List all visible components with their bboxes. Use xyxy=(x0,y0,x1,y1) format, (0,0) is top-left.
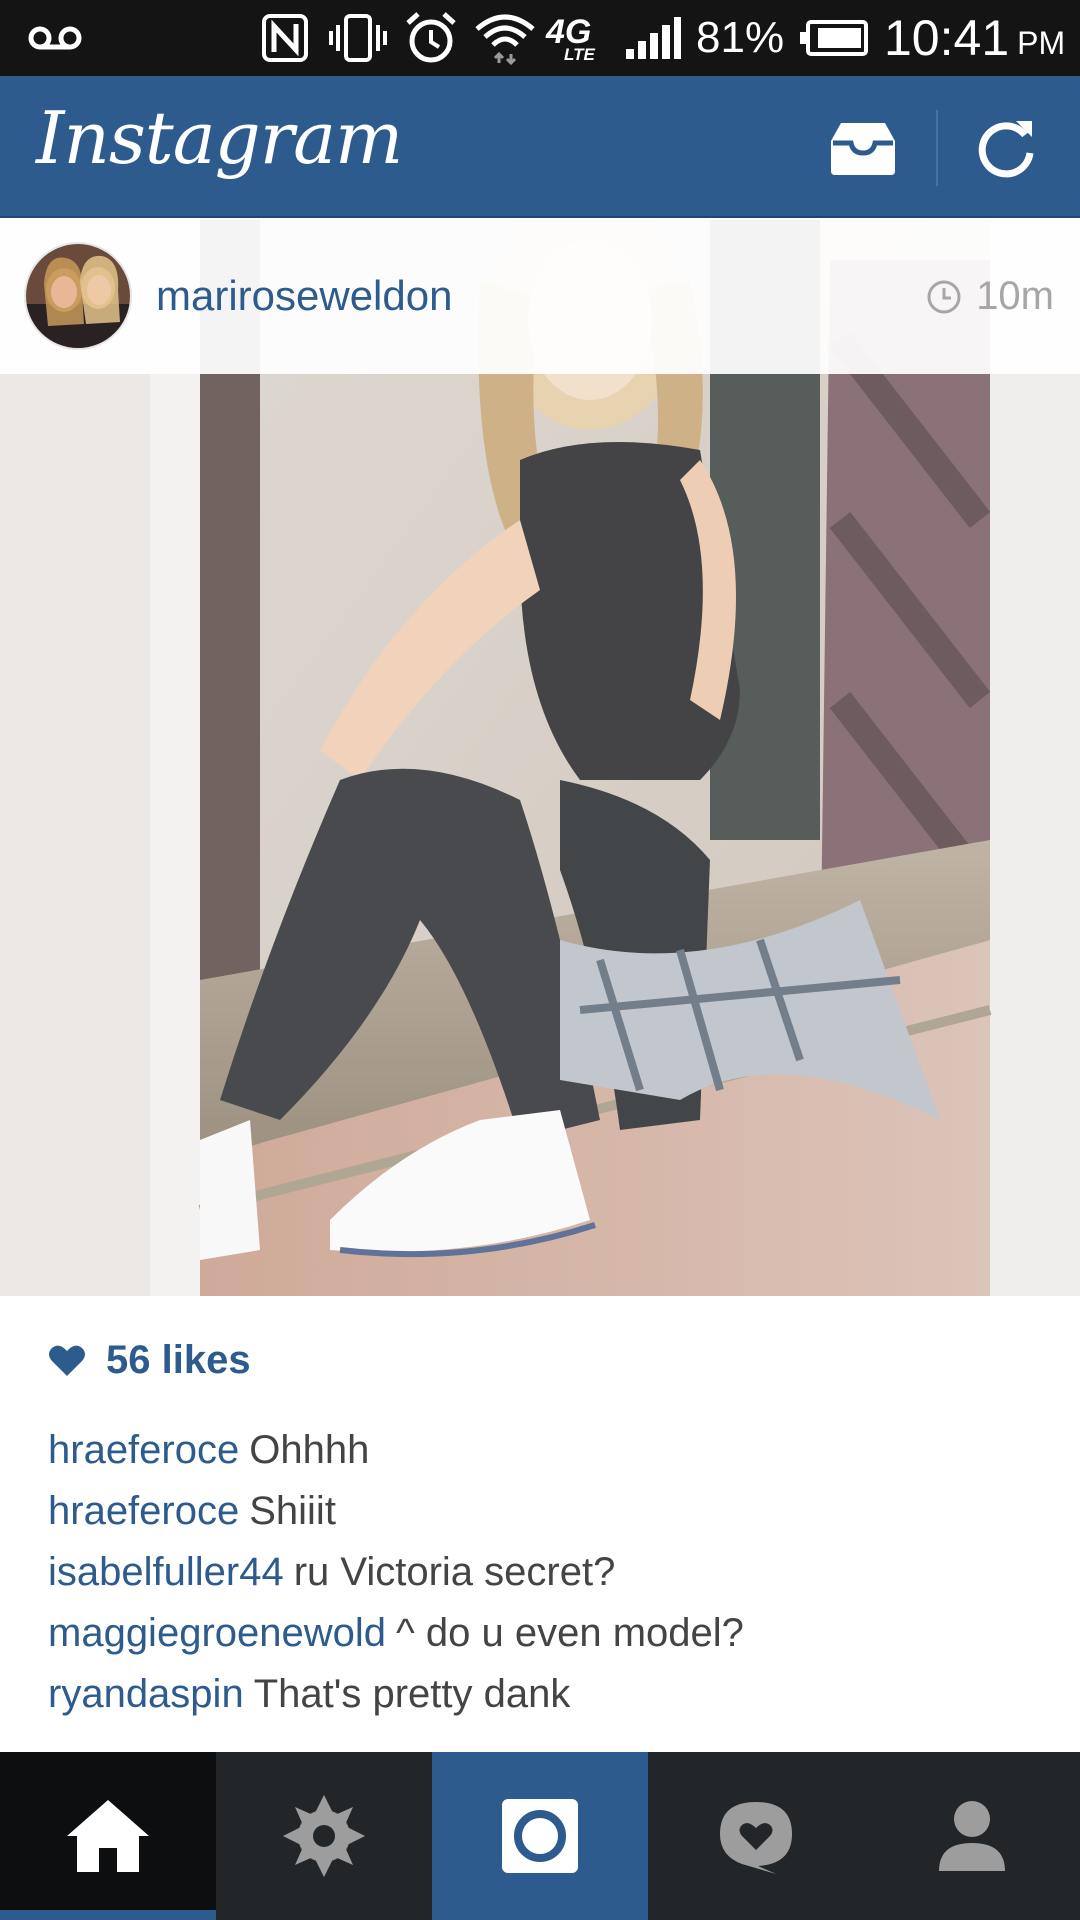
avatar[interactable] xyxy=(24,242,132,350)
vibrate-icon xyxy=(328,0,388,76)
nfc-icon xyxy=(262,0,308,76)
nav-explore-tab[interactable] xyxy=(216,1752,432,1920)
post-time-text: 10m xyxy=(976,274,1054,318)
active-tab-indicator xyxy=(0,1910,216,1920)
inbox-button[interactable] xyxy=(820,110,906,186)
post-header: mariroseweldon 10m xyxy=(0,220,1080,374)
clock-time: 10:41 PM xyxy=(884,10,1066,66)
home-icon xyxy=(67,1800,149,1872)
app-header: Instagram xyxy=(0,76,1080,218)
likes-text: 56 likes xyxy=(106,1338,251,1382)
comment-item: isabelfuller44 ru Victoria secret? xyxy=(48,1542,1048,1603)
comment-text: ru Victoria secret? xyxy=(293,1550,616,1594)
status-bar: 4G LTE 81% 10:41 PM xyxy=(0,0,1080,76)
refresh-button[interactable] xyxy=(970,110,1046,186)
bottom-navigation xyxy=(0,1752,1080,1920)
post-photo[interactable] xyxy=(0,220,1080,1296)
nav-camera-tab[interactable] xyxy=(432,1752,648,1920)
nav-profile-tab[interactable] xyxy=(864,1752,1080,1920)
clock-icon xyxy=(927,280,961,313)
header-divider xyxy=(936,110,938,186)
nav-activity-tab[interactable] xyxy=(648,1752,864,1920)
profile-icon xyxy=(939,1801,1005,1871)
comment-text: That's pretty dank xyxy=(253,1672,571,1716)
network-4g-icon: 4G LTE xyxy=(546,13,595,64)
inbox-icon xyxy=(831,123,895,175)
comment-username[interactable]: hraeferoce xyxy=(48,1489,239,1533)
activity-icon xyxy=(720,1802,792,1874)
camera-icon xyxy=(502,1799,578,1873)
explore-icon xyxy=(283,1795,365,1877)
battery-icon xyxy=(800,0,868,76)
post-username[interactable]: mariroseweldon xyxy=(156,272,452,320)
photo-image xyxy=(0,220,1080,1296)
alarm-icon xyxy=(404,0,458,76)
comment-text: ^ do u even model? xyxy=(396,1611,744,1655)
comment-username[interactable]: hraeferoce xyxy=(48,1428,239,1472)
comment-item: ryandaspin That's pretty dank xyxy=(48,1664,1048,1725)
comment-username[interactable]: maggiegroenewold xyxy=(48,1611,386,1655)
comment-text: Shiiit xyxy=(249,1489,336,1533)
comment-text: Ohhhh xyxy=(249,1428,370,1472)
comment-item: hraeferoce Shiiit xyxy=(48,1481,1048,1542)
battery-percent: 81% xyxy=(696,13,785,62)
refresh-icon xyxy=(978,121,1034,178)
comment-item: maggiegroenewold ^ do u even model? xyxy=(48,1603,1048,1664)
heart-icon xyxy=(49,1345,85,1376)
post-timestamp: 10m xyxy=(926,274,1054,319)
signal-strength-icon xyxy=(624,0,682,76)
app-logo: Instagram xyxy=(36,96,403,180)
voicemail-icon xyxy=(28,0,82,76)
wifi-icon xyxy=(474,0,536,76)
comment-username[interactable]: isabelfuller44 xyxy=(48,1550,284,1594)
comments-list: hraeferoce Ohhhh hraeferoce Shiiit isabelf… xyxy=(48,1420,1048,1725)
comment-item: hraeferoce Ohhhh xyxy=(48,1420,1048,1481)
comment-username[interactable]: ryandaspin xyxy=(48,1672,244,1716)
likes-count[interactable]: 56 likes xyxy=(48,1338,251,1383)
nav-home-tab[interactable] xyxy=(0,1752,216,1920)
avatar-image xyxy=(26,244,130,348)
